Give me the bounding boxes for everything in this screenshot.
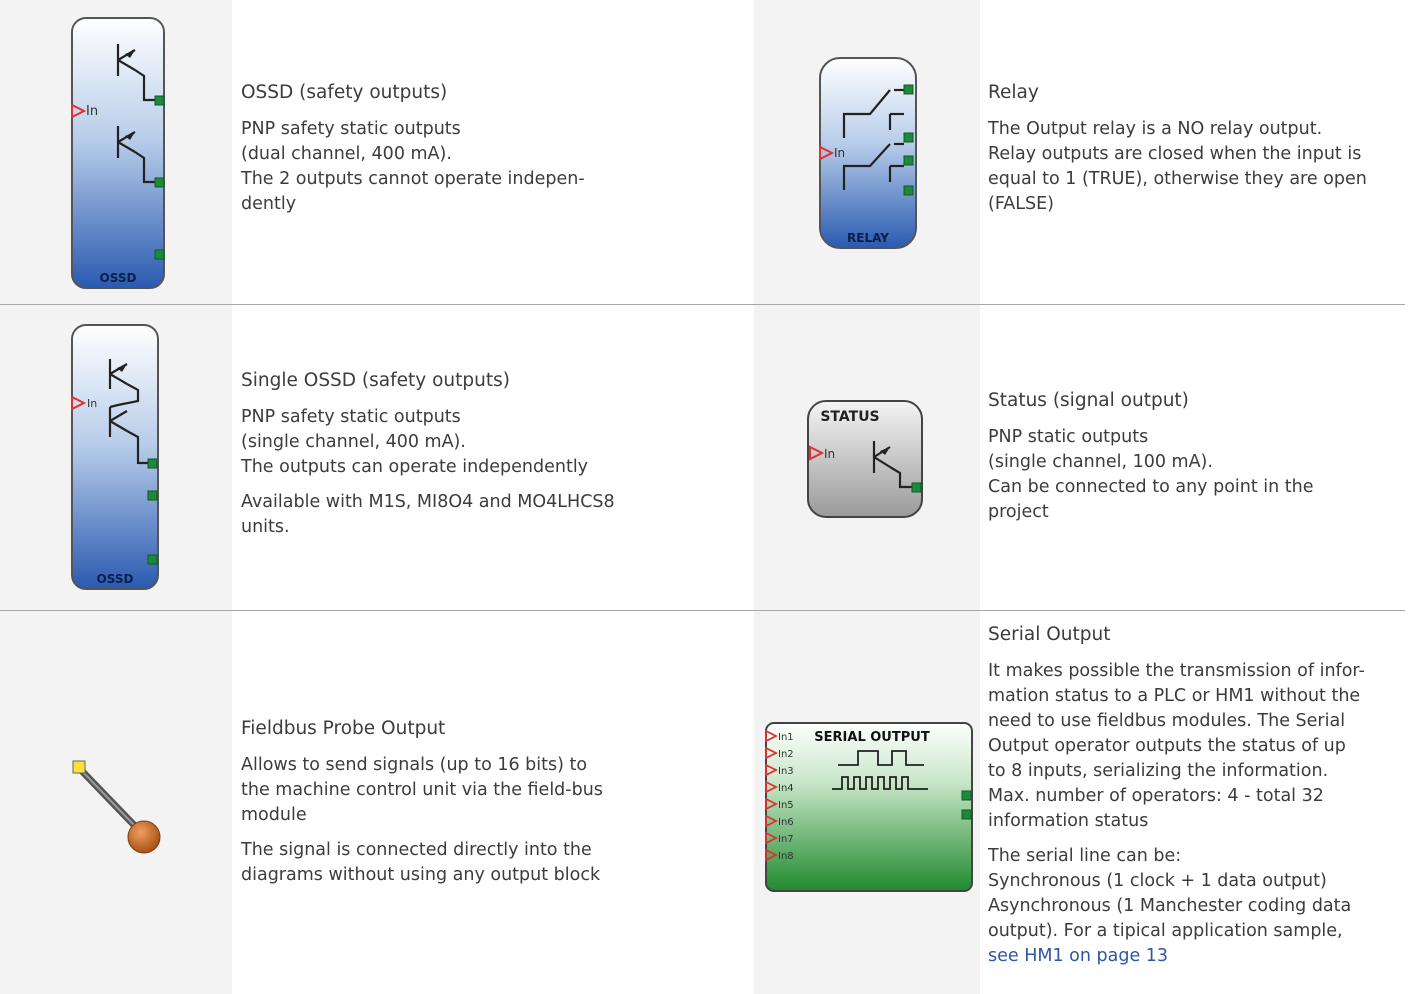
- input-label: In: [87, 397, 97, 410]
- item-paragraph: PNP safety static outputs (dual channel,…: [241, 119, 585, 214]
- item-paragraph: PNP safety static outputs (single channe…: [241, 407, 589, 477]
- output-terminal[interactable]: [961, 809, 972, 820]
- relay-block[interactable]: In RELAY: [810, 52, 930, 254]
- row3-left-icon-cell: [0, 611, 232, 994]
- row2-left-icon-cell: In OSSD: [0, 305, 232, 610]
- single-ossd-block[interactable]: In OSSD: [60, 321, 170, 593]
- page-reference-link[interactable]: see HM1 on page 13: [988, 944, 1406, 969]
- item-title: Single OSSD (safety outputs): [241, 370, 510, 391]
- item-paragraph: The serial line can be: Synchronous (1 c…: [988, 844, 1406, 969]
- block-label: OSSD: [100, 271, 137, 285]
- probe-icon[interactable]: [66, 755, 170, 863]
- output-terminal[interactable]: [154, 95, 165, 106]
- block-label: SERIAL OUTPUT: [814, 730, 930, 745]
- output-terminal[interactable]: [147, 490, 158, 501]
- output-terminal[interactable]: [147, 458, 158, 469]
- status-description: Status (signal output) PNP static output…: [988, 388, 1403, 535]
- status-block[interactable]: STATUS In: [804, 397, 934, 523]
- input-label: In8: [778, 851, 794, 862]
- output-terminal[interactable]: [903, 185, 914, 196]
- input-label: In7: [778, 834, 794, 845]
- relay-description: Relay The Output relay is a NO relay out…: [988, 80, 1403, 227]
- item-title: Status (signal output): [988, 390, 1189, 411]
- output-terminal[interactable]: [903, 155, 914, 166]
- item-paragraph: Allows to send signals (up to 16 bits) t…: [241, 755, 603, 825]
- row2-right-icon-cell: STATUS In: [754, 305, 980, 610]
- single-ossd-description: Single OSSD (safety outputs) PNP safety …: [241, 368, 711, 550]
- serial-output-block[interactable]: SERIAL OUTPUT In1 In2 In3 In4 In5 In6 In…: [762, 719, 978, 895]
- ossd-block[interactable]: In OSSD: [60, 14, 170, 292]
- block-label: OSSD: [97, 572, 134, 586]
- input-label: In4: [778, 783, 794, 794]
- row1-left-icon-cell: In OSSD: [0, 0, 232, 304]
- input-label: In6: [778, 817, 794, 828]
- item-paragraph: Available with M1S, MI8O4 and MO4LHCS8 u…: [241, 492, 615, 537]
- input-label: In: [86, 104, 98, 119]
- output-terminal[interactable]: [154, 177, 165, 188]
- input-label: In: [834, 146, 845, 160]
- item-paragraph: The signal is connected directly into th…: [241, 840, 601, 885]
- item-title: Fieldbus Probe Output: [241, 718, 446, 739]
- input-label: In1: [778, 732, 794, 743]
- output-terminal[interactable]: [911, 482, 922, 493]
- block-label: STATUS: [820, 409, 879, 425]
- output-terminal[interactable]: [147, 554, 158, 565]
- row3-right-icon-cell: SERIAL OUTPUT In1 In2 In3 In4 In5 In6 In…: [754, 611, 980, 994]
- ossd-description: OSSD (safety outputs) PNP safety static …: [241, 80, 711, 227]
- item-title: OSSD (safety outputs): [241, 82, 448, 103]
- output-terminal[interactable]: [961, 790, 972, 801]
- item-title: Serial Output: [988, 624, 1111, 645]
- output-terminal[interactable]: [154, 249, 165, 260]
- item-paragraph: It makes possible the transmission of in…: [988, 661, 1365, 831]
- input-label: In2: [778, 749, 794, 760]
- item-paragraph: PNP static outputs (single channel, 100 …: [988, 427, 1314, 522]
- output-terminal[interactable]: [903, 132, 914, 143]
- serial-output-description: Serial Output It makes possible the tran…: [988, 622, 1406, 979]
- input-label: In5: [778, 800, 794, 811]
- output-terminal[interactable]: [903, 84, 914, 95]
- row1-right-icon-cell: In RELAY: [754, 0, 980, 304]
- input-label: In3: [778, 766, 794, 777]
- input-label: In: [824, 447, 835, 461]
- item-paragraph: The Output relay is a NO relay output. R…: [988, 119, 1367, 214]
- item-title: Relay: [988, 82, 1039, 103]
- fieldbus-probe-description: Fieldbus Probe Output Allows to send sig…: [241, 716, 711, 898]
- block-label: RELAY: [847, 231, 889, 245]
